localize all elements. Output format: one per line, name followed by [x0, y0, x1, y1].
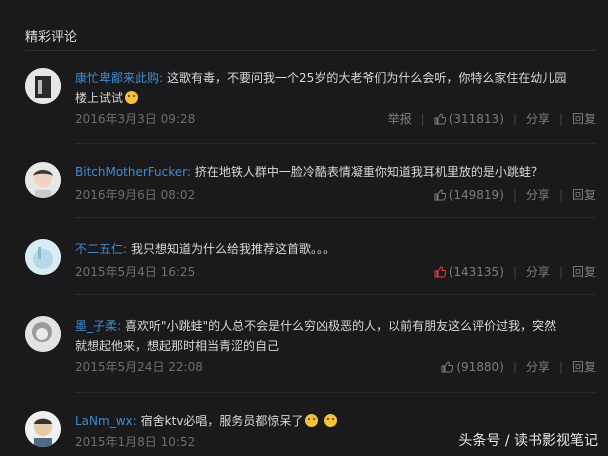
- action-separator: |: [558, 360, 563, 374]
- avatar[interactable]: [25, 162, 61, 198]
- like-button[interactable]: (143135): [434, 263, 504, 281]
- comment-username[interactable]: 墨_子柔:: [75, 319, 121, 333]
- comment-time: 2016年3月3日 09:28: [75, 112, 196, 126]
- comment-actions: (143135) | 分享 | 回复: [434, 263, 596, 281]
- comment-item: 康忙卑鄙来此购: 这歌有毒，不要问我一个25岁的大老爷们为什么会听，你特么家住在幼…: [25, 68, 596, 138]
- comment-divider: [75, 143, 596, 144]
- comment-actions: 举报 | (311813) | 分享 | 回复: [388, 110, 596, 128]
- smile-emoji-icon: [305, 414, 319, 427]
- action-separator: |: [512, 188, 517, 202]
- avatar[interactable]: [25, 316, 61, 352]
- comment-text: 挤在地铁人群中一脸冷酷表情凝重你知道我耳机里放的是小跳蛙？: [194, 165, 543, 179]
- reply-button[interactable]: 回复: [572, 358, 596, 376]
- comment-item: BitchMotherFucker: 挤在地铁人群中一脸冷酷表情凝重你知道我耳机里…: [25, 162, 596, 212]
- comment-actions: (91880) | 分享 | 回复: [441, 358, 596, 376]
- section-title: 精彩评论: [25, 30, 78, 45]
- action-separator: |: [512, 112, 517, 126]
- action-separator: |: [558, 188, 563, 202]
- comment-time: 2015年5月24日 22:08: [75, 360, 203, 374]
- action-separator: |: [558, 112, 563, 126]
- thumbs-up-icon: [434, 266, 446, 278]
- action-separator: |: [420, 112, 425, 126]
- comment-time: 2015年5月4日 16:25: [75, 265, 196, 279]
- thumbs-up-icon: [434, 113, 446, 125]
- action-separator: |: [558, 265, 563, 279]
- comment-text: 我只想知道为什么给我推荐这首歌。。。: [131, 242, 336, 256]
- action-separator: |: [512, 265, 517, 279]
- like-button[interactable]: (311813): [434, 110, 504, 128]
- action-separator: |: [512, 360, 517, 374]
- reply-button[interactable]: 回复: [572, 263, 596, 281]
- comment-username[interactable]: 不二五仁:: [75, 242, 127, 256]
- comment-body: 康忙卑鄙来此购: 这歌有毒，不要问我一个25岁的大老爷们为什么会听，你特么家住在幼…: [75, 68, 568, 108]
- comment-text: 喜欢听"小跳蛙"的人总不会是什么穷凶极恶的人，以前有朋友这么评价过我，突然就想起…: [75, 319, 557, 353]
- comment-time: 2016年9月6日 08:02: [75, 188, 196, 202]
- smile-emoji-icon: [324, 414, 338, 427]
- reply-button[interactable]: 回复: [572, 110, 596, 128]
- comment-body: BitchMotherFucker: 挤在地铁人群中一脸冷酷表情凝重你知道我耳机里…: [75, 162, 568, 182]
- comment-meta: 2015年5月4日 16:25 (143135) | 分享 | 回复: [75, 263, 596, 281]
- comment-username[interactable]: LaNm_wx:: [75, 414, 137, 428]
- comment-divider: [75, 294, 596, 295]
- comment-divider: [75, 392, 596, 393]
- share-button[interactable]: 分享: [526, 110, 550, 128]
- comment-item: 不二五仁: 我只想知道为什么给我推荐这首歌。。。 2015年5月4日 16:25 …: [25, 239, 596, 289]
- section-divider: [25, 50, 596, 51]
- thumbs-up-icon: [441, 361, 454, 373]
- avatar[interactable]: [25, 68, 61, 104]
- like-button[interactable]: (91880): [441, 358, 504, 376]
- reply-button[interactable]: 回复: [572, 186, 596, 204]
- comment-meta: 2016年3月3日 09:28 举报 | (311813) | 分享 | 回复: [75, 110, 596, 128]
- like-count: (149819): [448, 188, 504, 202]
- comment-divider: [75, 217, 596, 218]
- thumbs-up-icon: [434, 189, 446, 201]
- comment-text: 宿舍ktv必唱，服务员都惊呆了: [140, 414, 304, 428]
- like-count: (311813): [448, 112, 504, 126]
- comment-meta: 2015年5月24日 22:08 (91880) | 分享 | 回复: [75, 358, 596, 376]
- comment-body: 墨_子柔: 喜欢听"小跳蛙"的人总不会是什么穷凶极恶的人，以前有朋友这么评价过我，…: [75, 316, 568, 356]
- share-button[interactable]: 分享: [526, 186, 550, 204]
- avatar[interactable]: [25, 239, 61, 275]
- comment-meta: 2016年9月6日 08:02 (149819) | 分享 | 回复: [75, 186, 596, 204]
- like-count: (143135): [448, 265, 504, 279]
- comment-username[interactable]: 康忙卑鄙来此购:: [75, 71, 163, 85]
- comment-username[interactable]: BitchMotherFucker:: [75, 165, 191, 179]
- comment-actions: (149819) | 分享 | 回复: [434, 186, 596, 204]
- report-button[interactable]: 举报: [388, 110, 412, 128]
- comment-time: 2015年1月8日 10:52: [75, 435, 196, 449]
- laugh-emoji-icon: [125, 91, 139, 104]
- comment-body: 不二五仁: 我只想知道为什么给我推荐这首歌。。。: [75, 239, 568, 259]
- like-count: (91880): [456, 360, 504, 374]
- comment-item: 墨_子柔: 喜欢听"小跳蛙"的人总不会是什么穷凶极恶的人，以前有朋友这么评价过我，…: [25, 316, 596, 386]
- share-button[interactable]: 分享: [526, 263, 550, 281]
- comment-body: LaNm_wx: 宿舍ktv必唱，服务员都惊呆了: [75, 411, 568, 431]
- like-button[interactable]: (149819): [434, 186, 504, 204]
- watermark: 头条号 / 读书影视笔记: [458, 433, 598, 449]
- share-button[interactable]: 分享: [526, 358, 550, 376]
- avatar[interactable]: [25, 411, 61, 447]
